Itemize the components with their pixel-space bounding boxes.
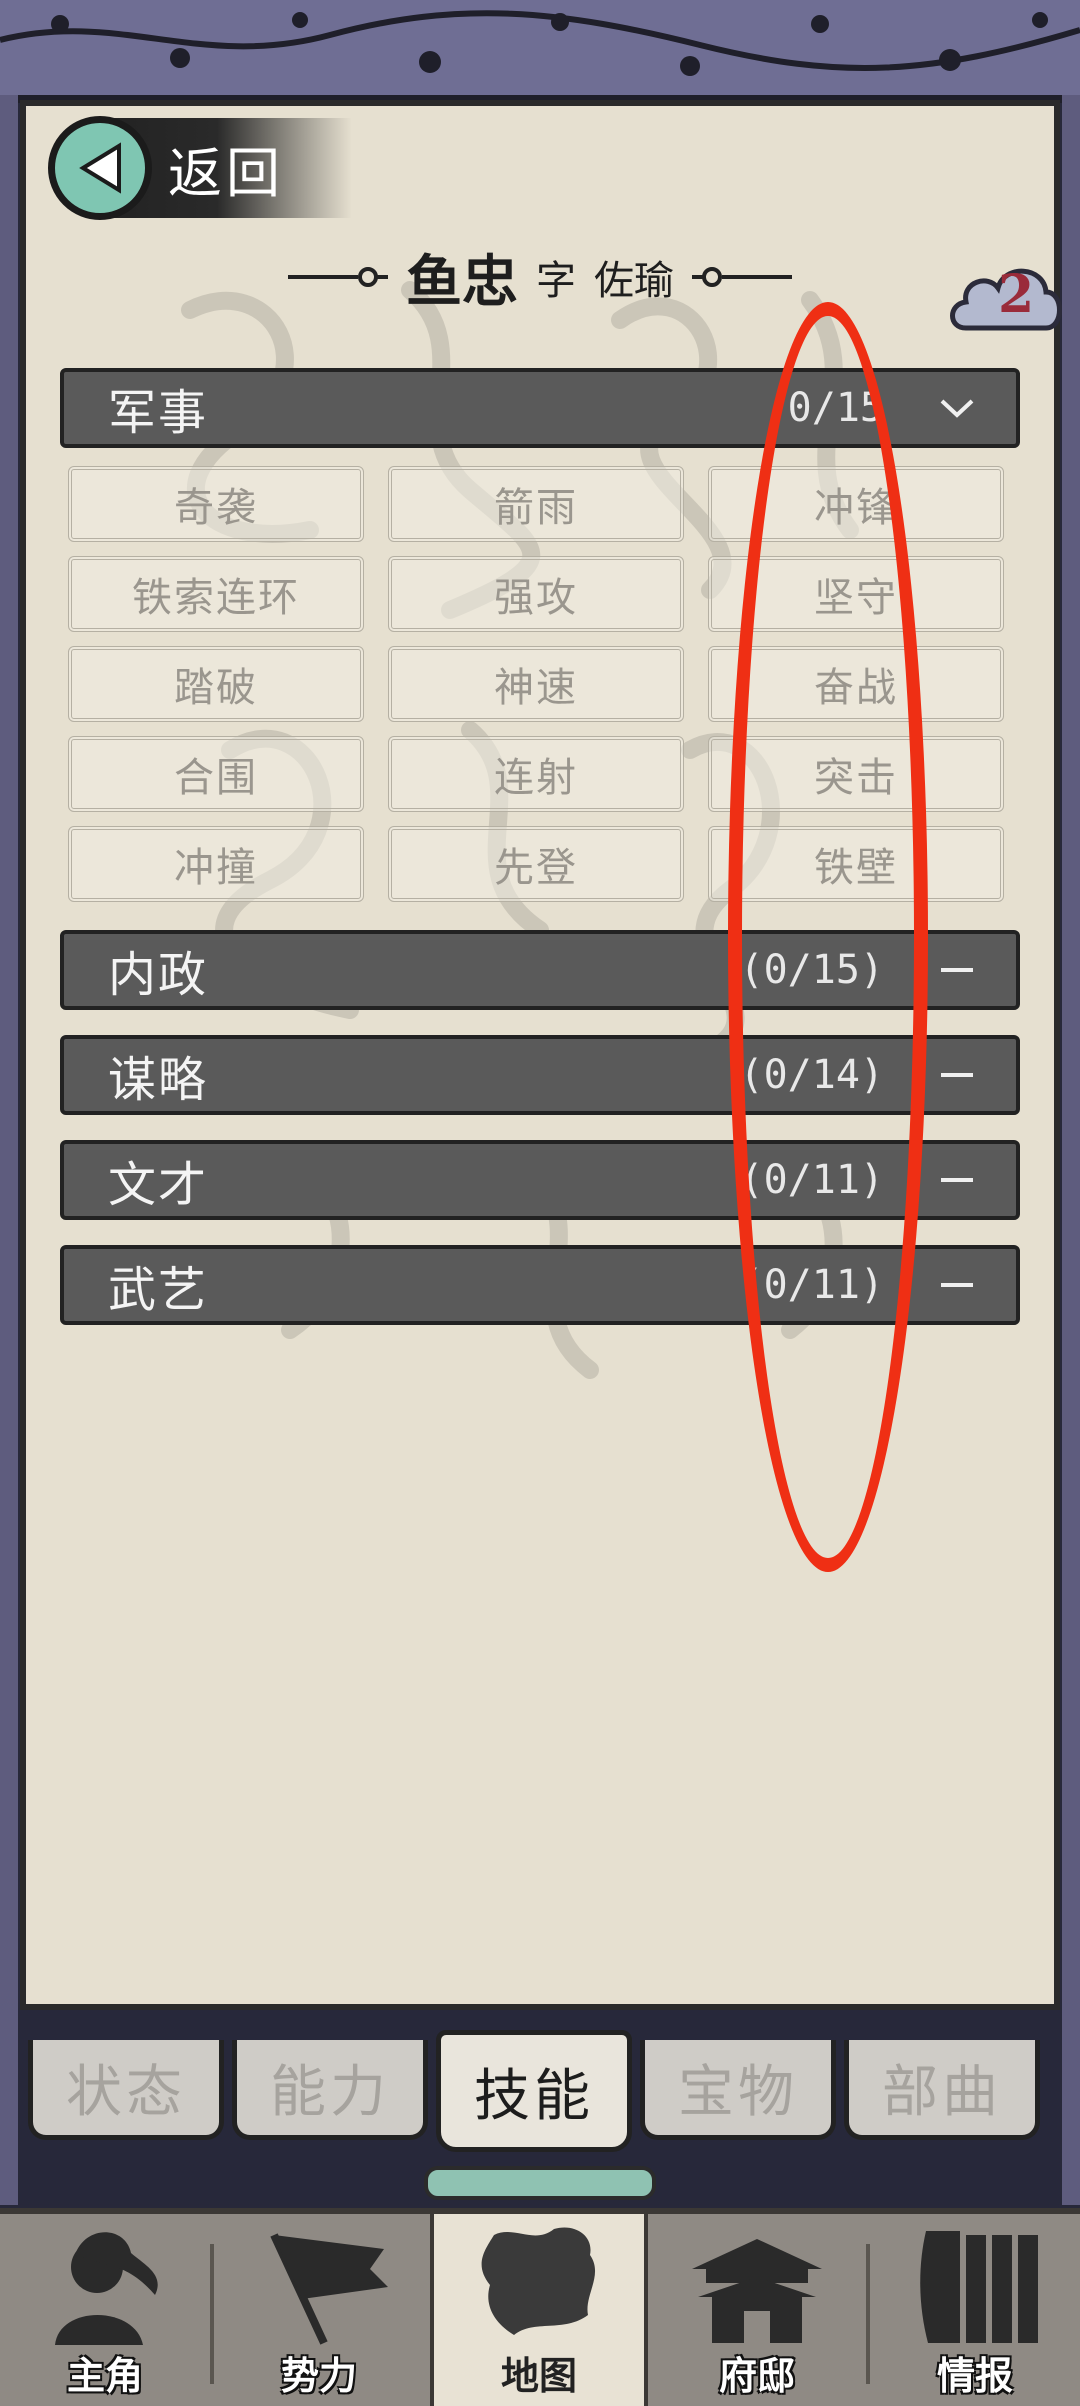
notification-badge[interactable]: 2 xyxy=(948,258,1064,342)
skill-button[interactable]: 强攻 xyxy=(388,556,684,632)
hero-icon xyxy=(55,2232,158,2345)
nav-intelligence[interactable]: 情报 xyxy=(870,2214,1080,2406)
bottom-navigation: 主角 势力 地图 府邸 情报 xyxy=(0,2208,1080,2406)
skill-button[interactable]: 坚守 xyxy=(708,556,1004,632)
courtesy-name: 佐瑜 xyxy=(594,258,674,304)
collapse-dash-icon[interactable] xyxy=(934,1160,980,1200)
skill-button[interactable]: 冲撞 xyxy=(68,826,364,902)
collapse-dash-icon[interactable] xyxy=(934,1055,980,1095)
skill-button[interactable]: 合围 xyxy=(68,736,364,812)
section-administration[interactable]: 内政 (0/15) xyxy=(60,930,1020,1010)
section-martial[interactable]: 武艺 (0/11) xyxy=(60,1245,1020,1325)
right-frame xyxy=(1062,95,1080,2205)
tab-ability[interactable]: 能力 xyxy=(232,2040,428,2140)
floral-pattern-icon xyxy=(0,10,1080,76)
tab-bar: 状态 能力 技能 宝物 部曲 xyxy=(28,2030,1052,2152)
nav-label: 地图 xyxy=(500,2354,577,2398)
mansion-icon xyxy=(692,2239,822,2343)
section-title: 文才 xyxy=(108,1157,209,1213)
military-skill-grid: 奇袭 箭雨 冲锋 铁索连环 强攻 坚守 踏破 神速 奋战 合围 连射 突击 冲撞… xyxy=(68,466,1012,902)
collapse-dash-icon[interactable] xyxy=(934,950,980,990)
tab-skills[interactable]: 技能 xyxy=(436,2030,632,2152)
tab-troops[interactable]: 部曲 xyxy=(844,2040,1040,2140)
section-count: (0/11) xyxy=(739,1262,885,1308)
skill-button[interactable]: 奇袭 xyxy=(68,466,364,542)
left-ornament-icon xyxy=(288,267,388,287)
section-count: (0/11) xyxy=(739,1157,885,1203)
nav-label: 主角 xyxy=(66,2354,143,2398)
section-title: 谋略 xyxy=(108,1052,209,1108)
badge-count: 2 xyxy=(998,264,1035,325)
skill-button[interactable]: 冲锋 xyxy=(708,466,1004,542)
section-title: 军事 xyxy=(108,385,209,441)
skill-button[interactable]: 突击 xyxy=(708,736,1004,812)
section-count: 0/15 xyxy=(787,385,884,431)
skill-button[interactable]: 连射 xyxy=(388,736,684,812)
section-literary[interactable]: 文才 (0/11) xyxy=(60,1140,1020,1220)
section-count: (0/14) xyxy=(739,1052,885,1098)
map-icon xyxy=(481,2227,596,2335)
skill-button[interactable]: 先登 xyxy=(388,826,684,902)
section-count: (0/15) xyxy=(739,947,885,993)
flag-icon xyxy=(270,2233,388,2345)
collapse-dash-icon[interactable] xyxy=(934,1265,980,1305)
section-strategy[interactable]: 谋略 (0/14) xyxy=(60,1035,1020,1115)
skill-button[interactable]: 踏破 xyxy=(68,646,364,722)
nav-mansion[interactable]: 府邸 xyxy=(652,2214,862,2406)
section-title: 武艺 xyxy=(108,1262,209,1318)
courtesy-prefix: 字 xyxy=(536,258,576,304)
chevron-down-icon[interactable] xyxy=(934,388,980,428)
back-label: 返回 xyxy=(168,141,284,205)
skill-button[interactable]: 奋战 xyxy=(708,646,1004,722)
nav-hero[interactable]: 主角 xyxy=(0,2214,210,2406)
tab-treasure[interactable]: 宝物 xyxy=(640,2040,836,2140)
character-name: 鱼忠 xyxy=(406,249,518,315)
tab-status[interactable]: 状态 xyxy=(28,2040,224,2140)
left-frame xyxy=(0,95,18,2205)
skill-button[interactable]: 铁索连环 xyxy=(68,556,364,632)
skill-button[interactable]: 箭雨 xyxy=(388,466,684,542)
section-title: 内政 xyxy=(108,947,209,1003)
back-button[interactable]: 返回 xyxy=(48,116,352,220)
scroll-icon xyxy=(920,2231,1038,2343)
top-decorative-border xyxy=(0,0,1080,103)
section-military[interactable]: 军事 0/15 xyxy=(60,368,1020,448)
right-ornament-icon xyxy=(692,267,792,287)
character-title: 鱼忠 字 佐瑜 xyxy=(240,232,840,322)
nav-map[interactable]: 地图 xyxy=(430,2214,648,2406)
back-arrow-icon xyxy=(48,116,152,220)
nav-label: 势力 xyxy=(280,2354,357,2398)
skill-button[interactable]: 铁壁 xyxy=(708,826,1004,902)
nav-faction[interactable]: 势力 xyxy=(214,2214,424,2406)
skill-button[interactable]: 神速 xyxy=(388,646,684,722)
nav-label: 府邸 xyxy=(718,2354,795,2398)
active-nav-cap xyxy=(424,2166,656,2200)
nav-label: 情报 xyxy=(936,2354,1013,2398)
